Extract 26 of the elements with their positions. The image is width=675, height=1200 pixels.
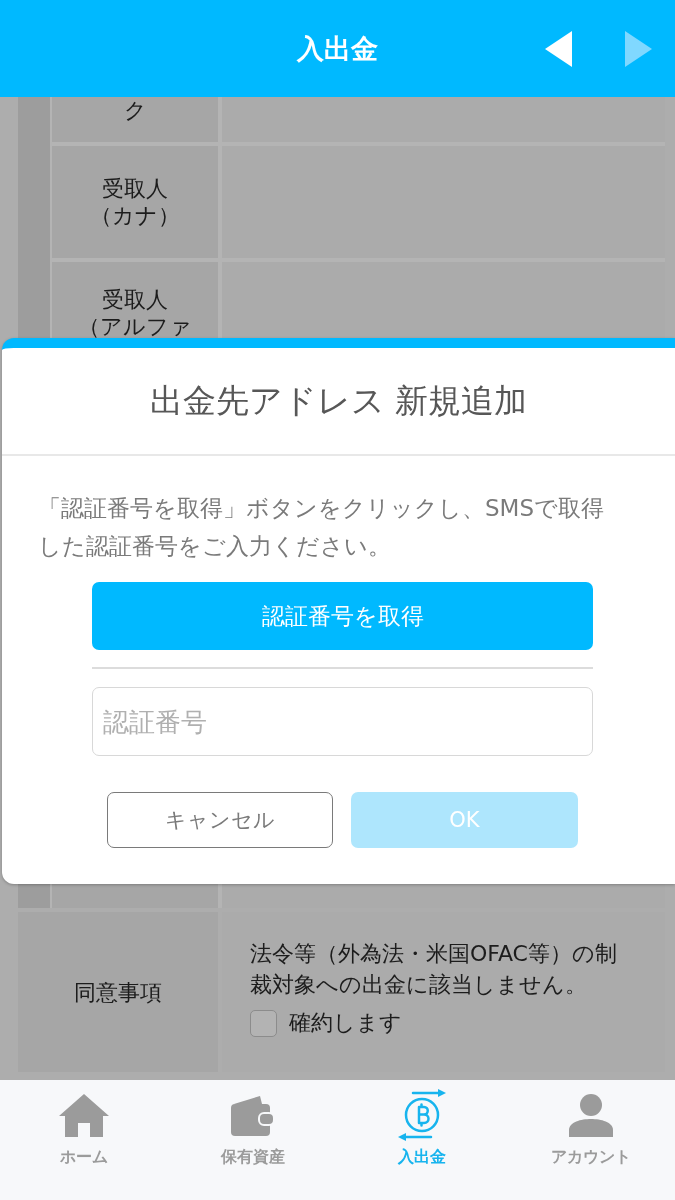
get-code-button[interactable]: 認証番号を取得 xyxy=(92,582,593,650)
field-label: （アルファ xyxy=(78,313,192,340)
field-label: 受取人 xyxy=(102,175,168,202)
home-icon xyxy=(59,1093,110,1137)
code-input[interactable]: 認証番号 xyxy=(92,687,593,756)
bitcoin-arrows-icon xyxy=(397,1089,446,1141)
home-tab[interactable]: ホーム xyxy=(59,1088,110,1167)
dialog-title: 出金先アドレス 新規追加 xyxy=(148,379,529,422)
agreement-text: 法令等（外為法・米国OFAC等）の制裁対象への出金に該当しません。 xyxy=(250,940,618,999)
field-label: 同意事項 xyxy=(74,978,162,1006)
field-label: ク xyxy=(123,97,147,124)
previous-button[interactable] xyxy=(545,30,572,67)
wallet-icon xyxy=(231,1094,276,1136)
triangle-right-icon xyxy=(625,30,652,67)
checkbox-label: 確約します xyxy=(289,1009,402,1037)
person-icon xyxy=(568,1093,613,1137)
triangle-left-icon xyxy=(545,30,572,67)
field-label: （カナ） xyxy=(90,202,180,229)
wallet-tab[interactable]: 保有資産 xyxy=(221,1088,286,1167)
header-title: 入出金 xyxy=(297,31,378,66)
field-label: 受取人 xyxy=(102,286,168,313)
dialog-message: 「認証番号を取得」ボタンをクリックし、SMSで取得した認証番号をご入力ください。 xyxy=(38,494,606,561)
account-tab[interactable]: アカウント xyxy=(550,1088,631,1167)
transfer-tab[interactable]: 入出金 xyxy=(397,1088,446,1167)
checkbox[interactable] xyxy=(250,1009,277,1037)
cancel-button[interactable]: キャンセル xyxy=(107,792,333,848)
